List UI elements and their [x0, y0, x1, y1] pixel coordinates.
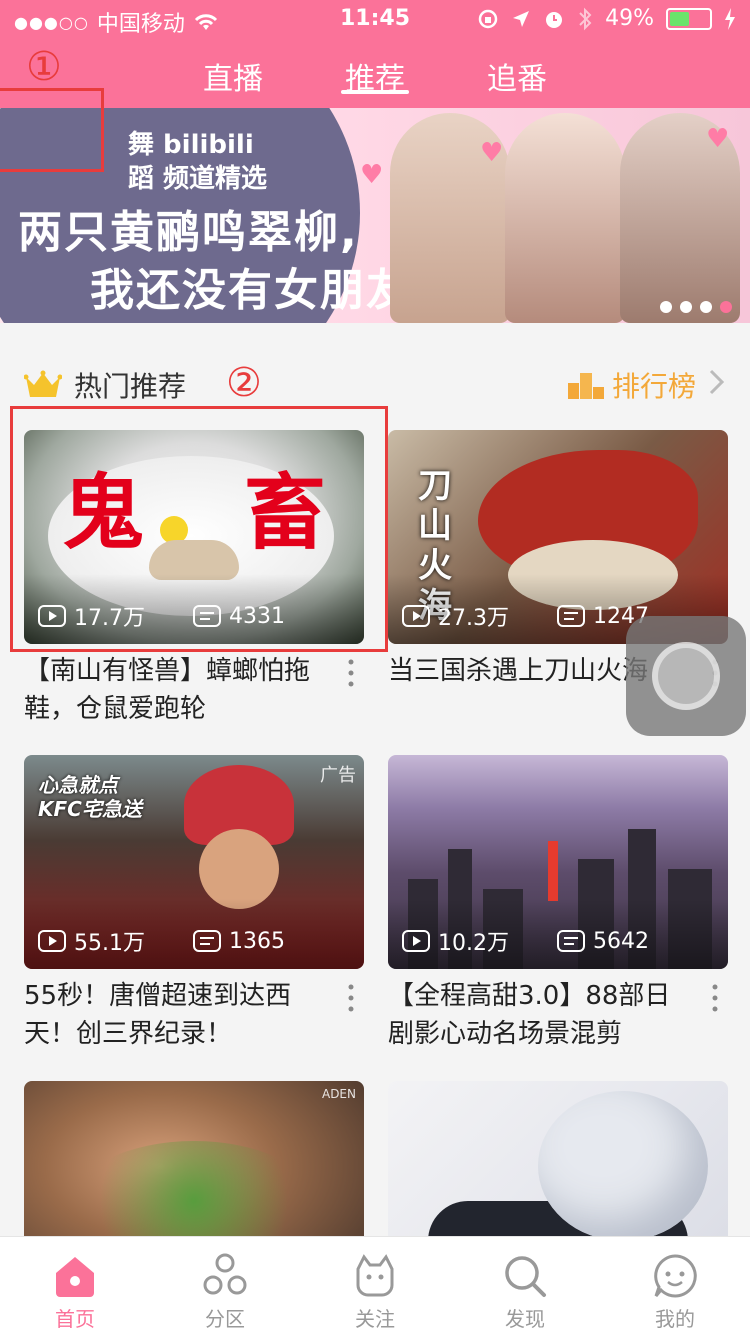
view-count: 27.3万 — [438, 606, 509, 631]
video-stats: 55.1万 1365 — [38, 925, 323, 957]
danmaku-count: 1365 — [229, 928, 285, 954]
search-icon — [505, 1256, 546, 1297]
battery-percent: 49% — [605, 6, 654, 31]
thumbnail-art — [548, 841, 558, 901]
banner-headline-1: 两只黄鹂鸣翠柳, — [18, 207, 359, 258]
nav-categories[interactable]: 分区 — [150, 1237, 300, 1334]
nav-following-label: 关注 — [355, 1307, 395, 1331]
heart-icon: ♥ — [480, 138, 504, 168]
nav-profile-label: 我的 — [655, 1307, 695, 1331]
rotation-lock-icon — [478, 9, 498, 28]
following-icon — [356, 1254, 394, 1297]
heart-icon: ♥ — [360, 160, 384, 190]
assistive-touch-button[interactable] — [626, 616, 746, 736]
danmaku-count-icon — [557, 605, 585, 627]
chevron-right-icon[interactable] — [706, 365, 728, 399]
danmaku-count: 4331 — [229, 603, 285, 629]
more-vertical-icon[interactable] — [710, 981, 720, 1015]
ad-badge: 广告 — [320, 765, 356, 786]
banner-carousel[interactable]: 舞 bilibili 蹈 频道精选 两只黄鹂鸣翠柳, 我还没有女朋友 ♥ ♥ ♥ — [0, 108, 750, 323]
location-icon — [513, 10, 530, 27]
categories-icon — [203, 1253, 247, 1295]
overlay-text-right: 畜 — [244, 466, 327, 561]
video-stats: 10.2万 5642 — [402, 925, 687, 957]
nav-following[interactable]: 关注 — [300, 1237, 450, 1334]
play-count-icon — [402, 605, 430, 627]
nav-home-label: 首页 — [55, 1307, 95, 1331]
ranking-podium-icon[interactable] — [568, 369, 604, 399]
video-thumbnail[interactable]: 刀山火海 27.3万 1247 — [388, 430, 728, 644]
status-right: 49% — [477, 6, 736, 31]
view-count: 10.2万 — [438, 931, 509, 956]
tab-anime-follow[interactable]: 追番 — [457, 54, 577, 98]
banner-channel-line2: 蹈 频道精选 — [128, 164, 268, 194]
nav-profile[interactable]: 我的 — [600, 1237, 750, 1334]
annotation-label-1: ① — [26, 44, 62, 90]
crown-icon — [24, 370, 62, 397]
annotation-label-2: ② — [226, 360, 262, 406]
bluetooth-icon — [579, 7, 592, 30]
nav-home[interactable]: 首页 — [0, 1237, 150, 1334]
ranking-link[interactable]: 排行榜 — [612, 365, 696, 405]
banner-person-2 — [505, 113, 625, 323]
status-bar: ●●●○○ 中国移动 11:45 49% — [0, 0, 750, 40]
danmaku-count-icon — [557, 930, 585, 952]
more-vertical-icon[interactable] — [346, 656, 356, 690]
pager-dot-active[interactable] — [720, 301, 732, 313]
brand-text: 心急就点 KFC宅急送 — [38, 773, 142, 821]
video-thumbnail[interactable]: 鬼 畜 17.7万 4331 — [24, 430, 364, 644]
tab-live[interactable]: 直播 — [173, 54, 293, 98]
nav-discover[interactable]: 发现 — [450, 1237, 600, 1334]
banner-pager — [660, 301, 732, 313]
banner-channel-line1: 舞 bilibili — [128, 130, 254, 160]
play-count-icon — [38, 930, 66, 952]
danmaku-count-icon — [193, 605, 221, 627]
view-count: 55.1万 — [74, 931, 145, 956]
play-count-icon — [38, 605, 66, 627]
bottom-nav: 首页 分区 关注 发现 我的 — [0, 1236, 750, 1334]
profile-face-icon — [654, 1254, 697, 1298]
pager-dot[interactable] — [700, 301, 712, 313]
top-tabs: 直播 推荐 追番 — [0, 54, 750, 108]
play-count-icon — [402, 930, 430, 952]
tab-recommend[interactable]: 推荐 — [315, 54, 435, 98]
nav-discover-label: 发现 — [505, 1307, 545, 1331]
battery-icon — [666, 7, 712, 30]
more-vertical-icon[interactable] — [346, 981, 356, 1015]
overlay-text-left: 鬼 — [62, 466, 145, 561]
section-title: 热门推荐 — [74, 370, 187, 403]
assistive-touch-ring — [652, 642, 720, 710]
video-title[interactable]: 【南山有怪兽】蟑螂怕拖鞋，仓鼠爱跑轮 — [24, 652, 324, 728]
top-header: ●●●○○ 中国移动 11:45 49% 直播 推荐 追番 — [0, 0, 750, 108]
thumbnail-brand-mark: ADEN — [321, 1087, 356, 1101]
annotation-box-1 — [0, 88, 104, 172]
pager-dot[interactable] — [680, 301, 692, 313]
home-icon — [56, 1257, 94, 1297]
battery-fill — [670, 11, 689, 26]
heart-icon: ♥ — [706, 124, 730, 154]
video-stats: 17.7万 4331 — [38, 600, 323, 632]
alarm-icon — [546, 11, 563, 28]
danmaku-count: 5642 — [593, 928, 649, 954]
charging-icon — [725, 7, 735, 30]
banner-headline-2: 我还没有女朋友 — [90, 265, 412, 316]
video-thumbnail[interactable]: 10.2万 5642 — [388, 755, 728, 969]
thumbnail-art — [538, 1091, 708, 1241]
nav-categories-label: 分区 — [205, 1307, 245, 1331]
video-thumbnail[interactable]: 心急就点 KFC宅急送 广告 55.1万 1365 — [24, 755, 364, 969]
video-title[interactable]: 【全程高甜3.0】88部日剧影心动名场景混剪 — [388, 977, 688, 1053]
video-title[interactable]: 55秒！唐僧超速到达西天！创三界纪录！ — [24, 977, 324, 1053]
view-count: 17.7万 — [74, 606, 145, 631]
pager-dot[interactable] — [660, 301, 672, 313]
danmaku-count-icon — [193, 930, 221, 952]
thumbnail-art — [199, 829, 279, 909]
